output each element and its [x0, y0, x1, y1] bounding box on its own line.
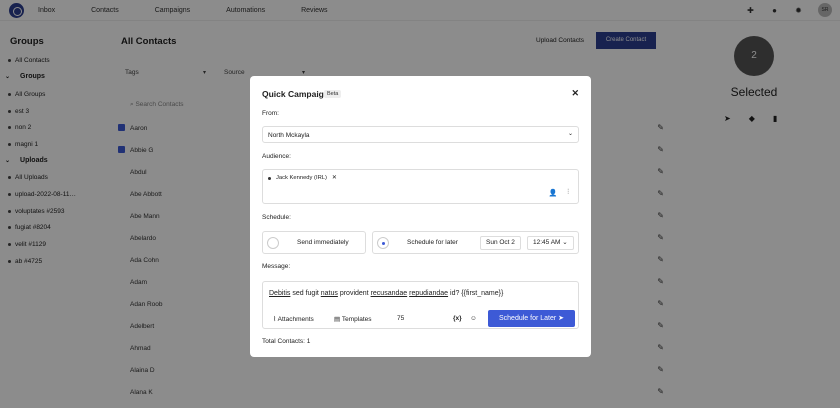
time-picker[interactable]: 12:45 AM ⌄ — [527, 236, 574, 250]
close-icon[interactable]: ✕ — [571, 88, 579, 99]
send-immediately-option[interactable]: Send immediately — [262, 231, 366, 254]
filter-sliders-icon[interactable]: ⫶ — [567, 189, 569, 197]
audience-label: Audience: — [262, 153, 291, 160]
paperclip-icon: ⌇ — [273, 316, 277, 323]
quick-campaign-modal: Quick Campaign Beta ✕ From: North Mckayl… — [250, 76, 591, 357]
beta-badge: Beta — [324, 90, 342, 98]
audience-field[interactable]: Jack Kennedy (IRL) ✕ 👤 ⫶ — [262, 169, 579, 204]
from-label: From: — [262, 110, 279, 117]
add-person-icon[interactable]: 👤 — [549, 189, 558, 197]
remove-chip-icon[interactable]: ✕ — [332, 175, 337, 181]
variable-icon[interactable]: {x} — [453, 315, 462, 322]
modal-title: Quick Campaign — [262, 89, 330, 99]
from-select[interactable]: North Mckayla ⌄ — [262, 126, 579, 143]
total-contacts: Total Contacts: 1 — [262, 338, 311, 345]
message-label: Message: — [262, 263, 291, 270]
radio-schedule-later[interactable] — [377, 237, 389, 249]
emoji-icon[interactable]: ☺ — [470, 315, 477, 322]
character-count: 75 — [397, 315, 405, 322]
audience-chip: Jack Kennedy (IRL) ✕ — [268, 175, 337, 181]
message-editor[interactable]: Debitis sed fugit natus provident recusa… — [262, 281, 579, 329]
date-picker[interactable]: Sun Oct 2 — [480, 236, 521, 250]
chevron-down-icon: ⌄ — [567, 131, 573, 137]
attachments-button[interactable]: ⌇ Attachments — [273, 315, 314, 323]
message-text[interactable]: Debitis sed fugit natus provident recusa… — [269, 290, 503, 297]
schedule-for-later-button[interactable]: Schedule for Later ➤ — [488, 310, 575, 327]
templates-button[interactable]: ▤ Templates — [334, 315, 371, 323]
radio-send-now[interactable] — [267, 237, 279, 249]
schedule-later-option[interactable]: Schedule for later Sun Oct 2 12:45 AM ⌄ — [372, 231, 579, 254]
template-icon: ▤ — [334, 316, 341, 323]
schedule-label: Schedule: — [262, 214, 291, 221]
